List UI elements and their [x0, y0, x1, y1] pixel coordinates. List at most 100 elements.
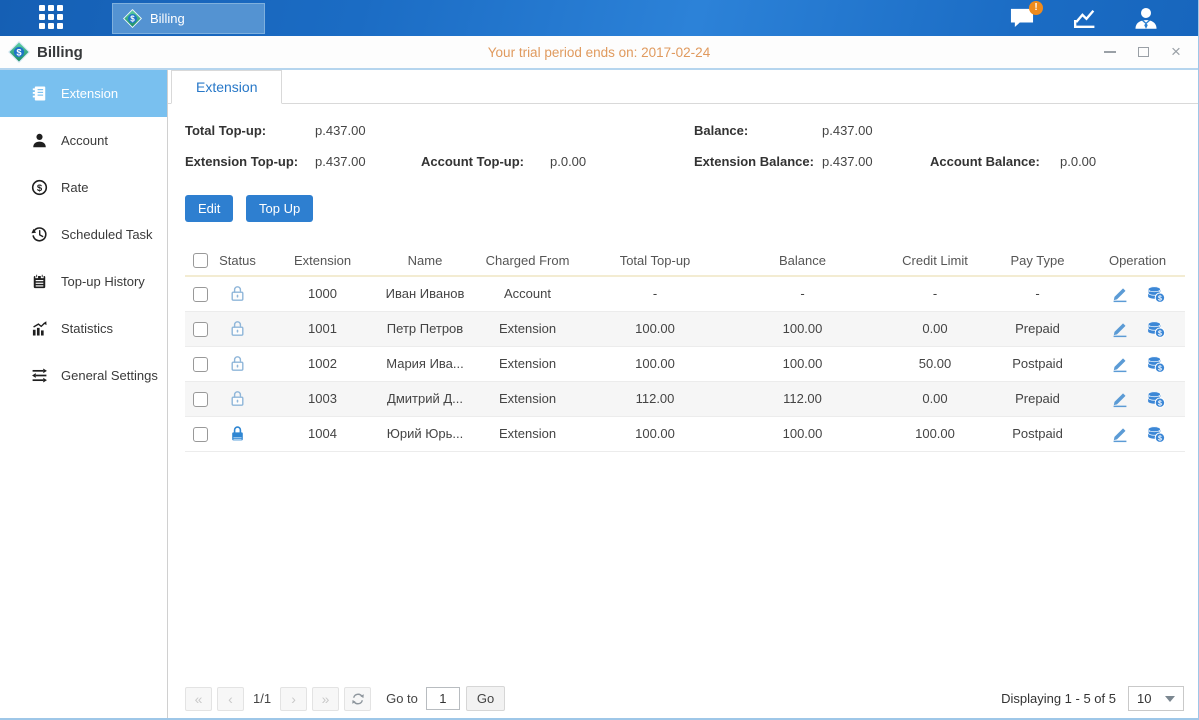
page-size-value: 10 — [1137, 691, 1151, 706]
cell-pay-type: Prepaid — [985, 381, 1090, 416]
svg-text:$: $ — [1157, 435, 1161, 442]
sidebar-item-label: Rate — [61, 180, 88, 195]
column-header: Charged From — [465, 245, 590, 276]
sidebar-item-scheduled-task[interactable]: Scheduled Task — [0, 211, 167, 258]
prev-page-button[interactable]: ‹ — [217, 687, 244, 711]
edit-icon[interactable] — [1111, 390, 1129, 408]
row-checkbox[interactable] — [193, 357, 208, 372]
topup-icon[interactable]: $ — [1147, 355, 1165, 373]
page-indicator: 1/1 — [253, 691, 271, 706]
last-page-button[interactable]: » — [312, 687, 339, 711]
cell-extension: 1004 — [260, 416, 385, 451]
edit-icon[interactable] — [1111, 355, 1129, 373]
displaying-text: Displaying 1 - 5 of 5 — [1001, 691, 1116, 706]
topup-icon[interactable]: $ — [1147, 425, 1165, 443]
close-icon[interactable]: × — [1168, 44, 1184, 60]
balance-label: Balance: — [694, 123, 748, 138]
svg-text:$: $ — [1157, 365, 1161, 372]
taskbar-billing-tab[interactable]: $ Billing — [112, 3, 265, 34]
table-row: 1000Иван ИвановAccount----$ — [185, 276, 1185, 311]
edit-icon[interactable] — [1111, 285, 1129, 303]
summary: Total Top-up: p.437.00 Balance: p.437.00… — [185, 117, 1198, 179]
page-size-select[interactable]: 10 — [1128, 686, 1184, 711]
maximize-icon[interactable] — [1135, 44, 1151, 60]
cell-pay-type: - — [985, 276, 1090, 311]
column-header: Operation — [1090, 245, 1185, 276]
cell-extension: 1002 — [260, 346, 385, 381]
topup-icon[interactable]: $ — [1147, 320, 1165, 338]
column-header: Name — [385, 245, 465, 276]
row-checkbox[interactable] — [193, 427, 208, 442]
column-header: Balance — [720, 245, 885, 276]
edit-icon[interactable] — [1111, 425, 1129, 443]
topup-icon[interactable]: $ — [1147, 390, 1165, 408]
edit-icon[interactable] — [1111, 320, 1129, 338]
app-launcher-icon[interactable] — [39, 5, 65, 31]
svg-text:$: $ — [1157, 295, 1161, 302]
lock-open-icon — [229, 390, 246, 405]
cell-credit-limit: 50.00 — [885, 346, 985, 381]
cell-charged-from: Extension — [465, 381, 590, 416]
svg-text:$: $ — [16, 47, 22, 57]
sidebar-item-label: Account — [61, 133, 108, 148]
tab-strip: Extension — [168, 70, 1198, 104]
taskbar-tab-label: Billing — [150, 11, 185, 26]
chat-icon[interactable]: ! — [1006, 3, 1038, 33]
chart-icon[interactable] — [1068, 3, 1100, 33]
content: Extension Total Top-up: p.437.00 Balance… — [168, 70, 1198, 718]
pagination: « ‹ 1/1 › » Go to Go Displaying 1 - 5 of… — [185, 686, 1184, 711]
sidebar-item-statistics[interactable]: Statistics — [0, 305, 167, 352]
topup-button[interactable]: Top Up — [246, 195, 313, 222]
row-checkbox[interactable] — [193, 392, 208, 407]
total-topup-label: Total Top-up: — [185, 123, 266, 138]
rate-icon: $ — [31, 179, 48, 196]
sidebar-item-label: Statistics — [61, 321, 113, 336]
sidebar-item-extension[interactable]: Extension — [0, 70, 167, 117]
cell-balance: 100.00 — [720, 416, 885, 451]
sidebar-item-label: General Settings — [61, 368, 158, 383]
cell-name: Мария Ива... — [385, 346, 465, 381]
cell-credit-limit: 100.00 — [885, 416, 985, 451]
cell-extension: 1000 — [260, 276, 385, 311]
goto-page-input[interactable] — [426, 687, 460, 710]
lock-open-icon — [229, 285, 246, 300]
user-icon[interactable] — [1130, 3, 1162, 33]
cell-name: Иван Иванов — [385, 276, 465, 311]
first-page-button[interactable]: « — [185, 687, 212, 711]
sidebar: Extension Account $ Rate Scheduled TaskTop-u… — [0, 70, 168, 718]
select-all-checkbox[interactable] — [193, 253, 208, 268]
topup-history-icon — [31, 273, 48, 290]
page-title: Billing — [37, 44, 83, 61]
cell-pay-type: Postpaid — [985, 346, 1090, 381]
account-icon — [31, 132, 48, 149]
cell-balance: - — [720, 276, 885, 311]
table-row: 1003Дмитрий Д...Extension112.00112.000.0… — [185, 381, 1185, 416]
action-buttons: Edit Top Up — [185, 195, 1198, 222]
refresh-icon[interactable] — [344, 687, 371, 711]
row-checkbox[interactable] — [193, 322, 208, 337]
cell-total-topup: 100.00 — [590, 346, 720, 381]
ledger-icon — [31, 85, 48, 102]
svg-text:$: $ — [37, 183, 43, 194]
cell-credit-limit: 0.00 — [885, 311, 985, 346]
row-checkbox[interactable] — [193, 287, 208, 302]
cell-charged-from: Extension — [465, 346, 590, 381]
tab-extension[interactable]: Extension — [171, 70, 282, 104]
sidebar-item-rate[interactable]: $ Rate — [0, 164, 167, 211]
window-controls: × — [1102, 36, 1184, 68]
sidebar-item-general-settings[interactable]: General Settings — [0, 352, 167, 399]
extension-topup-value: p.437.00 — [315, 154, 366, 169]
billing-diamond-icon: $ — [123, 9, 142, 28]
next-page-button[interactable]: › — [280, 687, 307, 711]
svg-text:$: $ — [1157, 400, 1161, 407]
minimize-icon[interactable] — [1102, 44, 1118, 60]
cell-extension: 1003 — [260, 381, 385, 416]
sidebar-item-account[interactable]: Account — [0, 117, 167, 164]
billing-diamond-icon: $ — [8, 41, 30, 63]
sidebar-item-topup-history[interactable]: Top-up History — [0, 258, 167, 305]
topup-icon[interactable]: $ — [1147, 285, 1165, 303]
go-button[interactable]: Go — [466, 686, 505, 711]
edit-button[interactable]: Edit — [185, 195, 233, 222]
cell-total-topup: 100.00 — [590, 416, 720, 451]
cell-charged-from: Extension — [465, 416, 590, 451]
